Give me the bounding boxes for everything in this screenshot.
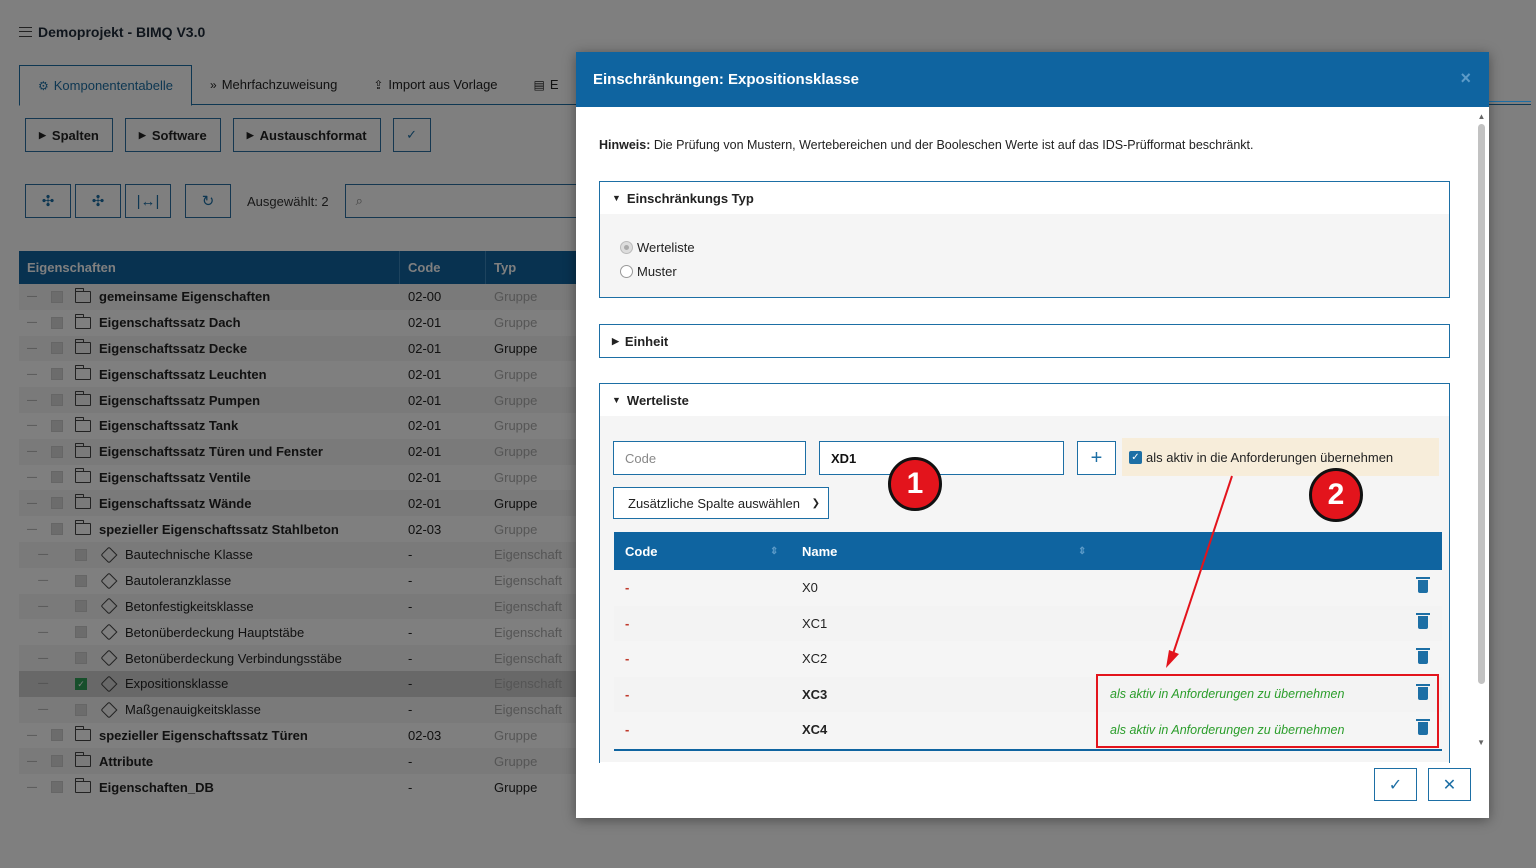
header-name[interactable]: Name [802,544,837,559]
column-select[interactable]: Zusätzliche Spalte auswählen ❯ [613,487,829,519]
section-constraint-type-header[interactable]: ▼ Einschränkungs Typ [600,182,1449,214]
value-name: XC3 [802,686,828,702]
value-table-header: Code ⇕ Name ⇕ [614,532,1442,570]
plus-icon: + [1090,446,1103,469]
value-name: XC2 [802,651,828,667]
value-code: - [625,615,630,631]
caret-down-icon: ▼ [612,395,621,405]
trash-icon[interactable] [1416,648,1430,664]
radio-indicator[interactable] [620,264,633,278]
arrow-annotation [1166,475,1233,668]
radio-indicator[interactable] [620,240,633,254]
dialog-title: Einschränkungen: Expositionsklasse [593,71,859,88]
section-value-list-header[interactable]: ▼ Werteliste [600,384,1449,416]
radio-werteliste[interactable]: Werteliste [600,235,1449,259]
ok-button[interactable]: ✓ [1374,768,1417,801]
table-bottom-border [614,749,1442,751]
add-value-button[interactable]: + [1077,441,1116,475]
name-input[interactable]: XD1 [819,441,1064,475]
close-icon[interactable]: × [1460,68,1471,89]
value-code: - [625,651,630,667]
value-row[interactable]: - XC2 [614,641,1442,677]
checkbox-checked-icon[interactable]: ✓ [1129,450,1142,464]
marker-2: 2 [1309,468,1363,522]
aktiv-checkbox[interactable]: ✓ als aktiv in die Anforderungen überneh… [1122,438,1439,476]
scroll-thumb[interactable] [1478,124,1485,684]
check-icon: ✓ [1388,776,1403,794]
value-row[interactable]: - X0 [614,570,1442,606]
dialog-scrollbar[interactable]: ▲ [1477,112,1486,748]
value-name: X0 [802,580,818,596]
radio-muster[interactable]: Muster [600,259,1449,283]
value-name: XC1 [802,615,828,631]
hint-text: Hinweis: Die Prüfung von Mustern, Werteb… [599,138,1254,152]
constraints-dialog: Einschränkungen: Expositionsklasse × ▲ ▼… [576,52,1489,818]
value-code: - [625,686,630,702]
cancel-button[interactable]: ✕ [1428,768,1471,801]
trash-icon[interactable] [1416,612,1430,629]
section-unit-header[interactable]: ▶ Einheit [600,325,1449,357]
chevron-down-icon: ❯ [811,497,820,509]
dialog-header: Einschränkungen: Expositionsklasse × [576,52,1489,107]
caret-right-icon: ▶ [612,335,619,346]
marker-1: 1 [888,457,942,511]
caret-down-icon: ▼ [612,193,621,203]
scroll-down-icon[interactable]: ▼ [1477,738,1485,747]
header-code[interactable]: Code [625,544,658,559]
section-unit: ▶ Einheit [599,324,1450,358]
scroll-up-icon[interactable]: ▲ [1477,112,1486,121]
section-constraint-type: ▼ Einschränkungs Typ Werteliste Muster [599,181,1450,298]
trash-icon[interactable] [1416,577,1430,593]
divider [1488,101,1531,102]
close-icon: ✕ [1442,776,1457,794]
highlight-box [1096,674,1439,748]
value-code: - [625,722,630,738]
value-code: - [625,580,630,596]
sort-icon[interactable]: ⇕ [1078,546,1086,557]
code-input[interactable]: Code [613,441,806,475]
value-row[interactable]: - XC1 [614,605,1442,641]
value-name: XC4 [802,722,828,738]
sort-icon[interactable]: ⇕ [770,546,778,557]
